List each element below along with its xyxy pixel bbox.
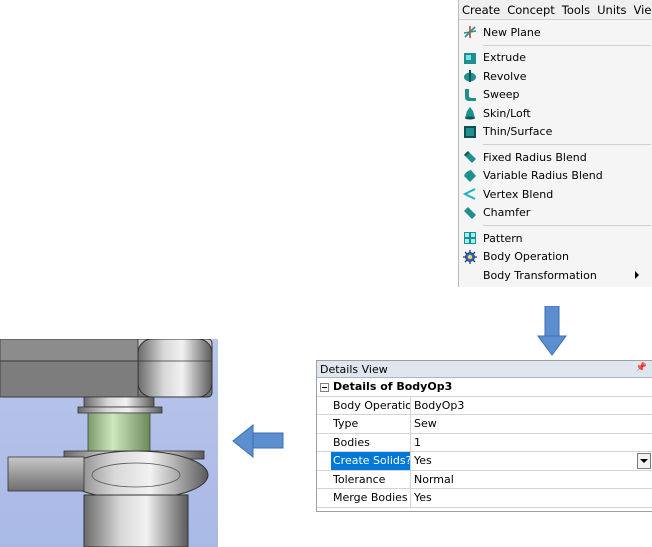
details-key: Bodies	[331, 433, 411, 451]
turbo-model-render	[0, 339, 213, 547]
details-view-header: Details View 📌	[317, 361, 652, 378]
fixed-radius-blend-icon	[463, 150, 477, 164]
details-group-title: Details of BodyOp3	[333, 380, 453, 394]
chevron-down-icon[interactable]	[637, 453, 651, 469]
menu-units[interactable]: Units	[597, 3, 626, 17]
menu-item-body-operation[interactable]: Body Operation	[459, 248, 652, 267]
details-value[interactable]: 1	[411, 434, 652, 452]
details-view-panel: Details View 📌 Details of BodyOp3 Body O…	[316, 360, 652, 512]
details-key: Type	[331, 415, 411, 433]
menu-item-label: Chamfer	[483, 206, 531, 220]
menu-item-thin-surface[interactable]: Thin/Surface	[459, 123, 652, 142]
details-row-type[interactable]: Type Sew	[317, 415, 652, 434]
new-plane-icon	[463, 25, 477, 39]
menu-item-revolve[interactable]: Revolve	[459, 67, 652, 86]
details-row-merge-bodies[interactable]: Merge Bodies Yes	[317, 489, 652, 508]
menu-item-label: Fixed Radius Blend	[483, 150, 587, 164]
model-viewport[interactable]	[0, 339, 218, 547]
details-key: Merge Bodies	[331, 489, 411, 507]
details-row-body-operation[interactable]: Body Operation BodyOp3	[317, 396, 652, 415]
menu-view[interactable]: Vie	[634, 3, 652, 17]
menu-item-label: Body Transformation	[483, 268, 597, 282]
menu-tools[interactable]: Tools	[562, 3, 590, 17]
create-menu-list: New Plane Extrude Revolve Sweep Skin/Lof…	[459, 23, 652, 285]
menu-item-label: Body Operation	[483, 250, 570, 264]
extrude-icon	[463, 51, 477, 65]
menu-item-label: Thin/Surface	[483, 125, 553, 139]
menu-create[interactable]: Create	[462, 3, 500, 17]
menu-item-chamfer[interactable]: Chamfer	[459, 204, 652, 223]
menu-item-label: Extrude	[483, 51, 527, 65]
submenu-arrow-icon	[635, 271, 639, 279]
details-value: Yes	[414, 454, 432, 468]
details-row-tolerance[interactable]: Tolerance Normal	[317, 470, 652, 489]
details-group-header[interactable]: Details of BodyOp3	[317, 378, 652, 397]
menu-item-variable-radius-blend[interactable]: Variable Radius Blend	[459, 167, 652, 186]
menu-item-fixed-radius-blend[interactable]: Fixed Radius Blend	[459, 148, 652, 167]
pattern-icon	[463, 231, 477, 245]
menu-item-label: Skin/Loft	[483, 106, 531, 120]
skin-loft-icon	[463, 106, 477, 120]
menu-item-label: New Plane	[483, 25, 541, 39]
details-value[interactable]: Yes	[411, 489, 652, 507]
vertex-blend-icon	[462, 187, 477, 201]
details-key: Tolerance	[331, 470, 411, 488]
details-row-create-solids[interactable]: Create Solids? Yes	[317, 452, 652, 471]
body-operation-icon	[463, 249, 477, 264]
menu-item-label: Sweep	[483, 88, 520, 102]
details-row-bodies[interactable]: Bodies 1	[317, 433, 652, 452]
menu-item-label: Variable Radius Blend	[483, 169, 603, 183]
details-value[interactable]: Sew	[411, 415, 652, 433]
collapse-icon[interactable]	[317, 378, 331, 396]
down-arrow-icon	[537, 306, 567, 356]
menu-item-label: Pattern	[483, 231, 523, 245]
details-view-title: Details View	[320, 362, 388, 376]
chamfer-icon	[463, 206, 477, 220]
left-arrow-icon	[232, 424, 284, 458]
menu-item-label: Revolve	[483, 69, 527, 83]
menu-separator	[483, 44, 651, 46]
menu-item-label: Vertex Blend	[483, 187, 554, 201]
menu-concept[interactable]: Concept	[507, 3, 555, 17]
menu-item-skin-loft[interactable]: Skin/Loft	[459, 104, 652, 123]
menu-item-new-plane[interactable]: New Plane	[459, 23, 652, 42]
sweep-icon	[463, 88, 477, 102]
create-solids-select[interactable]: Yes	[411, 452, 652, 470]
variable-radius-blend-icon	[463, 169, 477, 183]
create-menu-panel: Create Concept Tools Units Vie New Plane…	[458, 0, 652, 287]
menu-separator	[483, 225, 651, 226]
menubar: Create Concept Tools Units Vie	[459, 0, 652, 20]
menu-item-vertex-blend[interactable]: Vertex Blend	[459, 185, 652, 204]
menu-item-sweep[interactable]: Sweep	[459, 86, 652, 105]
menu-item-extrude[interactable]: Extrude	[459, 49, 652, 68]
details-key: Create Solids?	[331, 452, 411, 470]
pin-icon[interactable]: 📌	[636, 363, 647, 373]
details-key: Body Operation	[331, 396, 411, 414]
thin-surface-icon	[463, 125, 477, 139]
menu-item-pattern[interactable]: Pattern	[459, 229, 652, 248]
menu-item-body-transformation[interactable]: Body Transformation	[459, 266, 652, 285]
details-value[interactable]: BodyOp3	[411, 397, 652, 415]
details-value[interactable]: Normal	[411, 471, 652, 489]
menu-separator	[483, 144, 651, 145]
revolve-icon	[463, 69, 477, 83]
